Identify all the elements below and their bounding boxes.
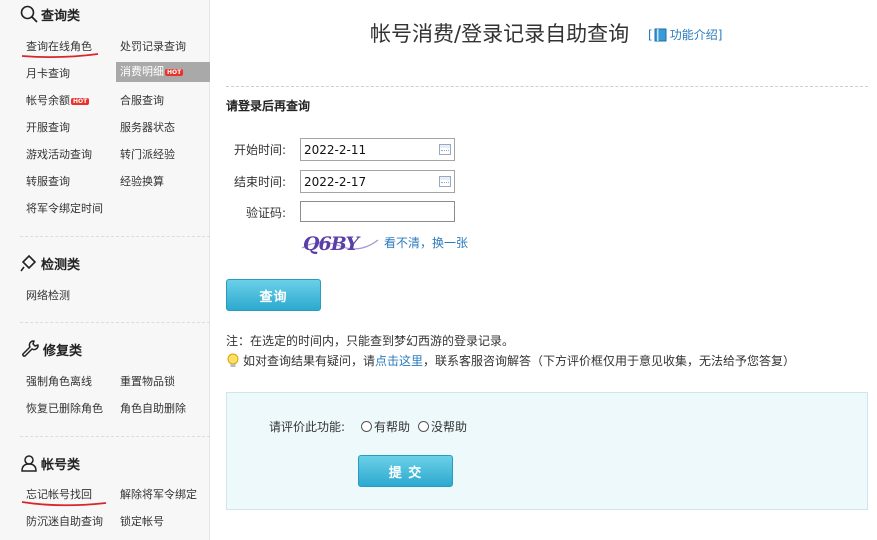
page-title: 帐号消费/登录记录自助查询 — [370, 22, 630, 46]
section-detect-title: 检测类 — [41, 257, 81, 273]
intro-bracket-close: ] — [717, 27, 723, 42]
notice-text-before: 如对查询结果有疑问，请 — [243, 354, 376, 368]
captcha-field[interactable] — [300, 201, 455, 222]
captcha-input[interactable] — [301, 202, 451, 221]
calendar-icon[interactable] — [439, 144, 451, 155]
section-divider — [20, 236, 210, 237]
feedback-panel: 请评价此功能: 有帮助 没帮助 提 交 — [226, 392, 868, 510]
sidebar-item-self-delete[interactable]: 角色自助删除 — [120, 400, 186, 416]
main-content: 帐号消费/登录记录自助查询 [ 功能介绍 ] 请登录后再查询 开始时间: 结束时… — [226, 0, 868, 540]
diamond-pin-icon — [20, 254, 37, 272]
end-date-input[interactable] — [304, 174, 424, 189]
radio-not-helpful[interactable] — [418, 421, 429, 432]
captcha-text: Q6BY — [303, 233, 361, 255]
red-underline-mark — [21, 501, 107, 507]
sidebar-item-exp-exchange[interactable]: 经验换算 — [120, 173, 164, 189]
feedback-option-not-helpful[interactable]: 没帮助 — [418, 418, 467, 435]
start-date-field[interactable] — [300, 138, 455, 161]
feedback-option-label: 有帮助 — [374, 420, 411, 434]
sidebar-item-balance[interactable]: 帐号余额 HOT — [26, 92, 90, 108]
sidebar-item-label: 消费明细 — [120, 65, 164, 78]
sidebar-item-lock-account[interactable]: 锁定帐号 — [120, 513, 164, 529]
hot-badge: HOT — [71, 97, 90, 105]
section-divider — [20, 322, 210, 323]
section-repair-header: 修复类 — [20, 339, 82, 359]
search-icon — [20, 5, 38, 23]
sidebar-item-event-query[interactable]: 游戏活动查询 — [26, 146, 92, 162]
section-detect-header: 检测类 — [20, 253, 80, 273]
click-here-link[interactable]: 点击这里 — [375, 352, 423, 369]
section-query-header: 查询类 — [20, 4, 80, 24]
lightbulb-icon — [227, 353, 239, 367]
sidebar-item-reset-item-lock[interactable]: 重置物品锁 — [120, 373, 175, 389]
sidebar-item-force-offline[interactable]: 强制角色离线 — [26, 373, 92, 389]
section-account-title: 帐号类 — [41, 457, 81, 473]
end-date-field[interactable] — [300, 170, 455, 193]
feedback-label: 请评价此功能: — [269, 420, 346, 434]
submit-button[interactable]: 提 交 — [358, 455, 453, 487]
sidebar-item-unbind-general[interactable]: 解除将军令绑定 — [120, 486, 197, 502]
sidebar-item-open-server[interactable]: 开服查询 — [26, 119, 70, 135]
sidebar-item-sect-transfer-exp[interactable]: 转门派经验 — [120, 146, 175, 162]
notice-text-after: ，联系客服咨询解答（下方评价框仅用于意见收集，无法给予您答复） — [423, 354, 796, 368]
feedback-option-helpful[interactable]: 有帮助 — [361, 418, 410, 435]
sidebar-item-restore-deleted[interactable]: 恢复已删除角色 — [26, 400, 103, 416]
user-icon — [21, 455, 37, 472]
book-icon — [654, 28, 667, 41]
sidebar-item-consumption[interactable]: 消费明细 HOT — [116, 62, 210, 82]
captcha-label: 验证码: — [245, 206, 286, 220]
section-account-header: 帐号类 — [20, 453, 80, 473]
sidebar-nav: 查询类 查询在线角色 处罚记录查询 月卡查询 消费明细 HOT 帐号余额 HOT 合… — [0, 0, 210, 540]
notice-line-2: 如对查询结果有疑问，请 点击这里 ，联系客服咨询解答（下方评价框仅用于意见收集，… — [226, 352, 795, 369]
intro-bracket-open: [ — [648, 27, 653, 42]
red-underline-mark — [21, 53, 99, 59]
calendar-icon[interactable] — [439, 176, 451, 187]
sidebar-item-general-bind-time[interactable]: 将军令绑定时间 — [26, 200, 103, 216]
intro-link[interactable]: [ 功能介绍 ] — [648, 26, 722, 43]
radio-helpful[interactable] — [361, 421, 372, 432]
end-time-label: 结束时间: — [233, 175, 286, 189]
start-time-label: 开始时间: — [233, 143, 286, 157]
login-notice: 请登录后再查询 — [226, 99, 311, 113]
section-divider — [20, 436, 210, 437]
hot-badge: HOT — [165, 68, 184, 76]
section-query-title: 查询类 — [41, 8, 81, 24]
sidebar-item-transfer-server[interactable]: 转服查询 — [26, 173, 70, 189]
sidebar-item-monthly-card[interactable]: 月卡查询 — [26, 65, 70, 81]
captcha-image[interactable]: Q6BY — [300, 228, 380, 258]
header-divider — [226, 86, 868, 87]
sidebar-item-merge-server[interactable]: 合服查询 — [120, 92, 164, 108]
sidebar-item-penalty[interactable]: 处罚记录查询 — [120, 38, 186, 54]
sidebar-item-server-status[interactable]: 服务器状态 — [120, 119, 175, 135]
feedback-option-label: 没帮助 — [431, 420, 468, 434]
sidebar-item-label: 帐号余额 — [26, 94, 70, 107]
sidebar-item-anti-addiction[interactable]: 防沉迷自助查询 — [26, 513, 103, 529]
wrench-icon — [22, 340, 39, 357]
query-button[interactable]: 查询 — [226, 279, 321, 311]
sidebar-item-network[interactable]: 网络检测 — [26, 287, 70, 303]
intro-link-text: 功能介绍 — [669, 28, 718, 42]
notice-line-1: 注：在选定的时间内，只能查到梦幻西游的登录记录。 — [226, 334, 515, 348]
start-date-input[interactable] — [304, 142, 424, 157]
refresh-captcha-link[interactable]: 看不清，换一张 — [384, 234, 468, 251]
section-repair-title: 修复类 — [43, 343, 83, 359]
